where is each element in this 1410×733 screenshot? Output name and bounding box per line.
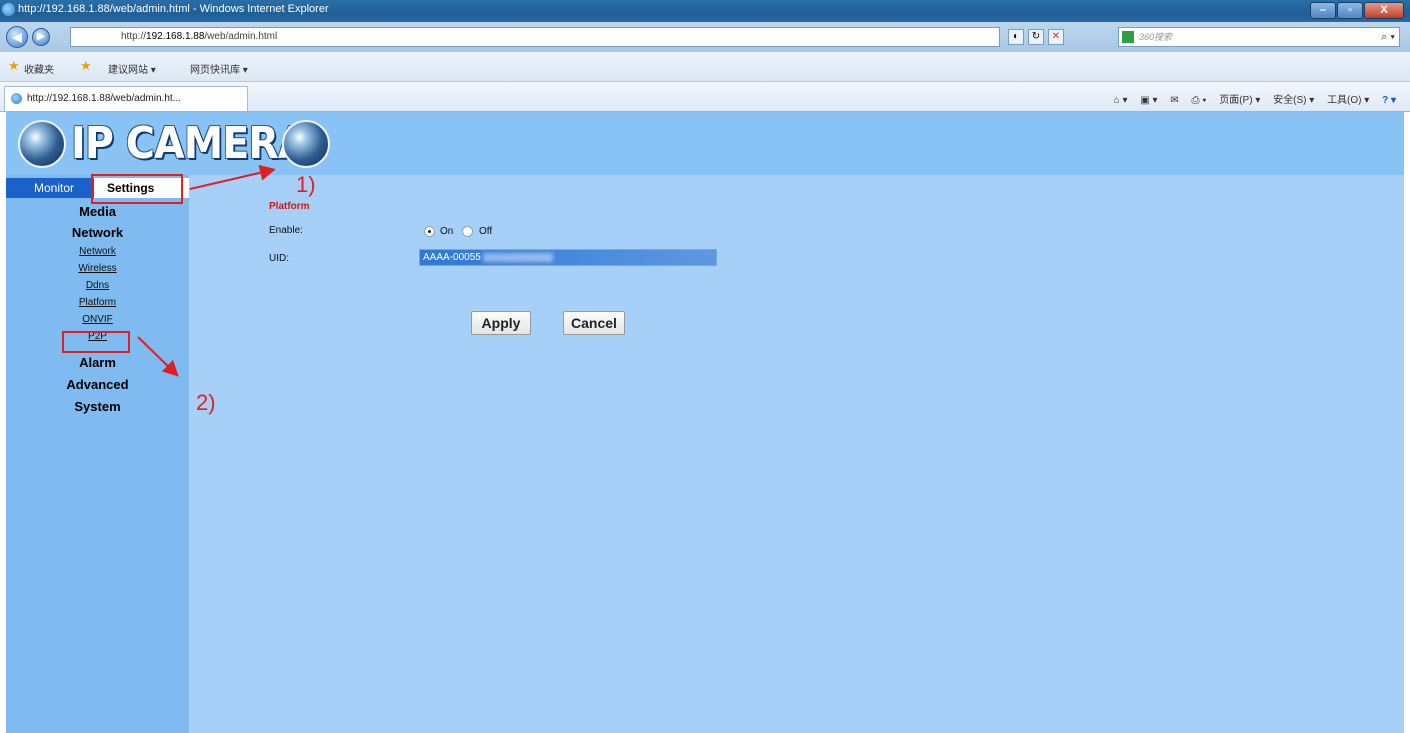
annotation-arrow-1	[189, 164, 276, 190]
annotation-arrow-2	[137, 336, 179, 377]
annotation-arrows	[137, 164, 276, 377]
